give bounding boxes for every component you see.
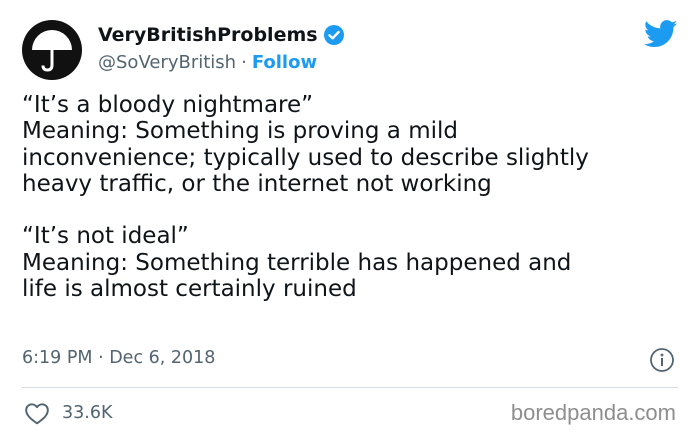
display-name[interactable]: VeryBritishProblems [98, 24, 318, 46]
like-row[interactable]: 33.6K [24, 400, 112, 426]
tweet-line: life is almost certainly ruined [22, 276, 357, 303]
author-name-row: VeryBritishProblems [98, 22, 345, 48]
tweet-line: Meaning: Something is proving a mild [22, 118, 458, 145]
like-count: 33.6K [62, 403, 113, 423]
handle[interactable]: @SoVeryBritish [98, 52, 236, 73]
tweet-timestamp[interactable]: 6:19 PM · Dec 6, 2018 [22, 348, 215, 368]
follow-button[interactable]: Follow [252, 52, 317, 73]
tweet-line: heavy traffic, or the internet not worki… [22, 170, 492, 197]
tweet-line: Meaning: Something terrible has happened… [22, 249, 572, 276]
tweet-text: “It’s a bloody nightmare” Meaning: Somet… [22, 92, 682, 302]
info-icon[interactable] [649, 347, 675, 373]
tweet-line: “It’s not ideal” [22, 223, 189, 250]
divider [22, 387, 678, 388]
avatar[interactable] [22, 20, 82, 80]
watermark: boredpanda.com [510, 400, 676, 425]
umbrella-icon [32, 30, 72, 72]
tweet-line: inconvenience; typically used to describ… [22, 144, 589, 171]
tweet-line: “It’s a bloody nightmare” [22, 92, 314, 118]
separator: · [241, 51, 247, 73]
handle-row: @SoVeryBritish · Follow [98, 50, 317, 74]
heart-icon[interactable] [24, 401, 50, 425]
twitter-bird-icon[interactable] [644, 20, 678, 48]
verified-badge-icon [323, 24, 345, 46]
